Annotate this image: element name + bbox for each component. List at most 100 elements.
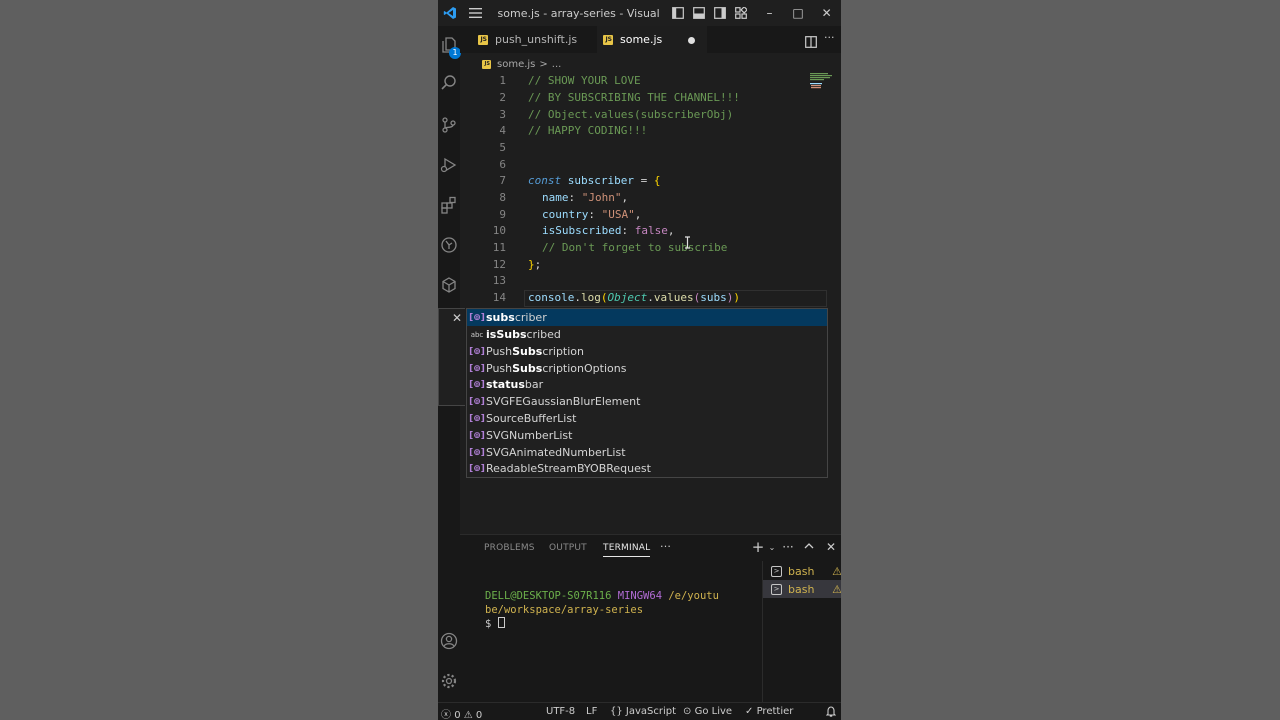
code-line-11: // Don't forget to subscribe <box>542 241 728 254</box>
vscode-logo-icon <box>438 0 463 26</box>
close-suggest-icon[interactable]: ✕ <box>451 311 463 325</box>
js-file-icon: JS <box>478 34 488 45</box>
remote-explorer-icon[interactable] <box>438 270 460 300</box>
variable-icon: [⊚] <box>469 463 485 474</box>
suggestion-item[interactable]: [⊚] Push Subs cription <box>467 343 827 360</box>
suggestion-item[interactable]: [⊚] SVGAnimatedNumberList <box>467 444 827 461</box>
tab-label: push_unshift.js <box>495 33 578 46</box>
split-editor-icon[interactable] <box>805 33 817 52</box>
code-line-10: isSubscribed: false, <box>542 224 675 237</box>
variable-icon: [⊚] <box>469 430 485 441</box>
eol-status[interactable]: LF <box>586 706 597 717</box>
variable-icon: [⊚] <box>469 312 485 323</box>
breadcrumb-separator: > <box>539 58 548 70</box>
toggle-panel-icon[interactable] <box>688 0 709 26</box>
breadcrumb: JS some.js > ... <box>482 56 561 72</box>
panel-tab-output[interactable]: OUTPUT <box>549 543 587 553</box>
variable-icon: [⊚] <box>469 447 485 458</box>
menu-icon[interactable] <box>463 0 488 26</box>
variable-icon: [⊚] <box>469 363 485 374</box>
run-debug-icon[interactable] <box>438 150 460 180</box>
terminal-output[interactable]: DELL@DESKTOP-S07R116 MINGW64 /e/youtu be… <box>485 589 755 631</box>
source-control-icon[interactable] <box>438 110 460 140</box>
account-icon[interactable] <box>438 626 460 656</box>
line-number: 13 <box>492 274 506 287</box>
language-status[interactable]: {} JavaScript <box>610 706 676 717</box>
line-number: 1 <box>499 74 506 87</box>
extensions-icon[interactable] <box>438 190 460 220</box>
line-number: 6 <box>499 158 506 171</box>
variable-icon: [⊚] <box>469 413 485 424</box>
minimize-button[interactable]: – <box>755 0 784 26</box>
line-number: 2 <box>499 91 506 104</box>
terminal-item-label: bash <box>788 582 815 596</box>
panel-actions-icon[interactable]: ··· <box>780 540 796 556</box>
maximize-button[interactable]: □ <box>784 0 813 26</box>
notifications-bell-icon[interactable] <box>825 706 837 720</box>
suggest-widget[interactable]: [⊚] subs criber abc isSubs cribed [⊚] Push… <box>466 308 828 478</box>
line-number: 5 <box>499 141 506 154</box>
check-icon: ✓ <box>745 706 754 717</box>
code-line-14: console.log(Object.values(subs)) <box>528 291 740 304</box>
terminal-cursor <box>497 617 505 628</box>
customize-layout-icon[interactable] <box>730 0 751 26</box>
more-actions-icon[interactable]: ··· <box>824 31 835 44</box>
toggle-sidebar-icon[interactable] <box>667 0 688 26</box>
encoding-status[interactable]: UTF-8 <box>546 706 575 717</box>
terminal-icon: > <box>771 583 782 595</box>
terminal-list: > bash ⚠ > bash ⚠ <box>762 561 841 703</box>
maximize-panel-icon[interactable] <box>801 540 817 556</box>
suggestion-item[interactable]: [⊚] SourceBufferList <box>467 410 827 427</box>
line-number: 10 <box>492 224 506 237</box>
bottom-panel: PROBLEMS OUTPUT TERMINAL ··· + ⌄ ··· ✕ D… <box>460 534 841 703</box>
code-line-4: // HAPPY CODING!!! <box>528 124 648 137</box>
toggle-secondary-sidebar-icon[interactable] <box>709 0 730 26</box>
settings-gear-icon[interactable] <box>438 666 460 696</box>
terminal-item-bash-1[interactable]: > bash ⚠ <box>763 562 841 580</box>
close-panel-icon[interactable]: ✕ <box>823 540 839 556</box>
suggestion-item[interactable]: [⊚] Push Subs criptionOptions <box>467 360 827 377</box>
title-bar: some.js - array-series - Visual Stu... –… <box>438 0 841 26</box>
go-live-button[interactable]: ⊙ Go Live <box>683 706 732 717</box>
code-line-2: // BY SUBSCRIBING THE CHANNEL!!! <box>528 91 740 104</box>
unsaved-dot-icon[interactable] <box>688 37 695 44</box>
terminal-item-bash-2[interactable]: > bash ⚠ <box>763 580 841 598</box>
panel-tab-terminal[interactable]: TERMINAL <box>603 543 651 557</box>
tab-some-js[interactable]: JS some.js <box>597 26 707 53</box>
breadcrumb-file[interactable]: some.js <box>497 59 535 70</box>
minimap[interactable] <box>808 72 834 92</box>
tab-label: some.js <box>620 33 663 46</box>
variable-icon: [⊚] <box>469 396 485 407</box>
search-icon[interactable] <box>438 68 460 98</box>
warning-icon: ⚠ <box>832 565 841 578</box>
line-number: 4 <box>499 124 506 137</box>
problems-status[interactable]: ⓧ 0 ⚠ 0 <box>441 706 482 720</box>
code-line-9: country: "USA", <box>542 208 642 221</box>
git-graph-icon[interactable] <box>438 230 460 260</box>
panel-more-icon[interactable]: ··· <box>660 540 671 553</box>
close-window-button[interactable]: ✕ <box>812 0 841 26</box>
tab-push-unshift[interactable]: JS push_unshift.js <box>478 26 577 53</box>
chevron-down-icon[interactable]: ⌄ <box>764 543 780 559</box>
code-line-12: }; <box>528 258 542 271</box>
suggestion-item[interactable]: [⊚] SVGFEGaussianBlurElement <box>467 393 827 410</box>
terminal-user: DELL@DESKTOP-S07R116 <box>485 590 612 602</box>
terminal-path-cont: be/workspace/array-series <box>485 604 644 616</box>
suggestion-item[interactable]: [⊚] subs criber <box>467 309 827 326</box>
terminal-item-label: bash <box>788 564 815 578</box>
suggestion-item[interactable]: [⊚] SVGNumberList <box>467 427 827 444</box>
breadcrumb-rest[interactable]: ... <box>552 59 562 70</box>
suggestion-item[interactable]: abc isSubs cribed <box>467 326 827 343</box>
suggestion-item[interactable]: [⊚] status bar <box>467 376 827 393</box>
variable-icon: [⊚] <box>469 379 485 390</box>
text-icon: abc <box>470 330 484 339</box>
line-number: 3 <box>499 108 506 121</box>
panel-tab-problems[interactable]: PROBLEMS <box>484 543 535 553</box>
suggestion-item[interactable]: [⊚] ReadableStreamBYOBRequest <box>467 460 827 477</box>
explorer-icon[interactable]: 1 <box>438 30 461 60</box>
status-bar: ⓧ 0 ⚠ 0 UTF-8 LF {} JavaScript ⊙ Go Live… <box>438 702 841 720</box>
text-cursor-icon <box>684 236 691 252</box>
prettier-status[interactable]: ✓ Prettier <box>745 706 793 717</box>
warning-icon: ⚠ <box>832 583 841 596</box>
warning-icon: ⚠ <box>463 710 473 720</box>
